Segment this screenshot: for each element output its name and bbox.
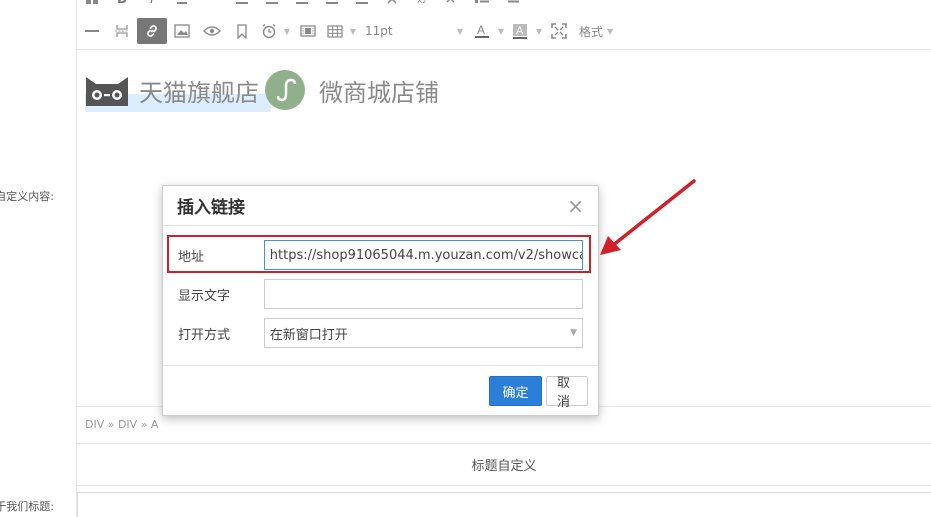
section-title: 标题自定义 (77, 444, 931, 486)
close-icon[interactable]: × (567, 196, 584, 216)
format-select[interactable]: 格式 ▼ (573, 19, 615, 43)
svg-text:A: A (516, 25, 524, 37)
highlight-dropdown-icon[interactable]: ▼ (533, 19, 545, 43)
preview-icon[interactable] (197, 18, 227, 44)
book-icon[interactable] (77, 0, 107, 12)
display-text-input[interactable] (263, 279, 583, 309)
address-label: 地址 (178, 249, 205, 265)
link-icon[interactable] (137, 18, 167, 44)
section-title-text: 标题自定义 (471, 459, 537, 474)
horizontal-rule-icon[interactable] (77, 18, 107, 44)
chevron-down-icon: ▼ (456, 26, 463, 36)
open-mode-row: 打开方式 在新窗口打开 ▼ (178, 318, 583, 348)
address-row: 地址 https://shop91065044.m.youzan.com/v2/… (167, 235, 591, 273)
bold-icon[interactable]: B (107, 0, 137, 12)
svg-text:A: A (477, 23, 485, 37)
dialog-header: 插入链接 × (163, 186, 598, 226)
annotation-arrow-icon (600, 179, 696, 255)
font-size-select[interactable]: 11pt ▼ (359, 19, 469, 43)
align-left-icon[interactable] (227, 0, 257, 12)
bookmark-icon[interactable] (227, 18, 257, 44)
fullscreen-icon[interactable] (545, 18, 573, 44)
custom-content-label: 自定义内容: (0, 190, 54, 203)
list-icon[interactable] (467, 0, 497, 12)
indent-icon[interactable] (317, 0, 347, 12)
open-mode-label: 打开方式 (178, 327, 231, 343)
strikethrough-icon[interactable] (167, 0, 197, 12)
image-icon[interactable] (167, 18, 197, 44)
align-right-icon[interactable] (287, 0, 317, 12)
our-title-input[interactable] (77, 492, 931, 517)
highlight-color-icon[interactable]: A (507, 18, 533, 44)
toolbar-row-top: B I x₂ (77, 0, 527, 11)
display-text-row: 显示文字 (178, 279, 583, 309)
dialog-body: 地址 https://shop91065044.m.youzan.com/v2/… (163, 226, 598, 366)
brand-row: 天猫旗舰店 微商城店铺 (85, 67, 439, 113)
weidian-store-text[interactable]: 微商城店铺 (319, 73, 439, 108)
outdent-icon[interactable] (347, 0, 377, 12)
editor-toolbar: B I x₂ ▼ ▼ (77, 0, 931, 50)
dialog-footer: 确定 取消 (163, 366, 598, 410)
underline-icon[interactable] (197, 0, 227, 12)
confirm-button[interactable]: 确定 (489, 376, 542, 406)
table-dropdown-icon[interactable]: ▼ (347, 19, 359, 43)
chevron-down-icon: ▼ (570, 328, 577, 338)
format-chevron-icon: ▼ (607, 26, 614, 36)
tmall-store-link-text[interactable]: 天猫旗舰店 (139, 73, 259, 108)
align-center-icon[interactable] (257, 0, 287, 12)
open-mode-value: 在新窗口打开 (269, 327, 348, 343)
clear-format-icon[interactable] (377, 0, 407, 12)
cancel-button[interactable]: 取消 (546, 376, 588, 410)
toolbar-row-bottom: ▼ ▼ 11pt ▼ A ▼ A ▼ 格式 ▼ (77, 18, 615, 44)
tmall-cat-icon (86, 77, 128, 106)
display-text-label: 显示文字 (178, 288, 231, 304)
insert-link-dialog: 插入链接 × 地址 https://shop91065044.m.youzan.… (162, 185, 599, 416)
svg-text:x₂: x₂ (417, 0, 426, 5)
page-break-icon[interactable] (107, 18, 137, 44)
clock-dropdown-icon[interactable]: ▼ (281, 19, 293, 43)
table-icon[interactable] (323, 18, 347, 44)
media-icon[interactable] (293, 18, 323, 44)
left-panel: 自定义内容: 关于我们标题: (0, 0, 77, 517)
numbered-list-icon[interactable] (497, 0, 527, 12)
font-color-dropdown-icon[interactable]: ▼ (495, 19, 507, 43)
address-input[interactable]: https://shop91065044.m.youzan.com/v2/sho… (263, 240, 583, 270)
open-mode-select[interactable]: 在新窗口打开 ▼ (263, 318, 583, 348)
element-path: DIV » DIV » A (85, 418, 159, 431)
font-size-value: 11pt (365, 24, 393, 38)
subscript-icon[interactable]: x₂ (407, 0, 437, 12)
superscript-icon[interactable] (437, 0, 467, 12)
dialog-title: 插入链接 (177, 198, 245, 218)
clock-icon[interactable] (257, 18, 281, 44)
weidian-logo-icon (265, 70, 305, 110)
our-title-label: 关于我们标题: (0, 500, 54, 513)
italic-icon[interactable]: I (137, 0, 167, 12)
font-color-icon[interactable]: A (469, 18, 495, 44)
format-label: 格式 (579, 24, 604, 39)
